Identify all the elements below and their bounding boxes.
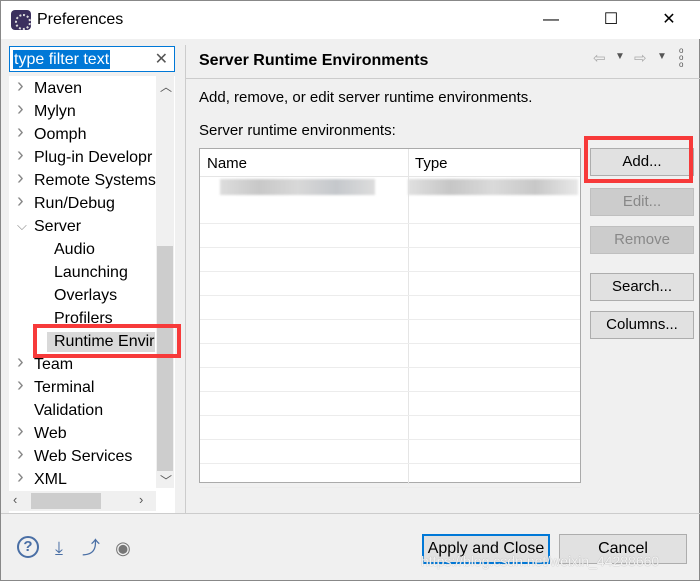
- table-row: [200, 343, 580, 344]
- help-icon[interactable]: ?: [17, 536, 39, 558]
- table-row: [200, 391, 580, 392]
- table-row: [200, 367, 580, 368]
- window-title: Preferences: [37, 11, 124, 28]
- scroll-down-icon[interactable]: ﹀: [160, 472, 172, 489]
- table-row: [200, 223, 580, 224]
- footer-separator: [1, 513, 700, 514]
- chevron-right-icon[interactable]: ›: [17, 374, 24, 397]
- forward-menu-icon[interactable]: ▼: [657, 51, 667, 62]
- tree-item[interactable]: Oomph: [34, 123, 86, 146]
- chevron-right-icon[interactable]: ›: [17, 466, 24, 489]
- tree-item[interactable]: Web Services: [34, 445, 132, 468]
- highlight-box: [33, 324, 181, 358]
- edit-button[interactable]: Edit...: [590, 188, 694, 216]
- table-row: [200, 487, 580, 488]
- table-header: [200, 149, 580, 177]
- tree-item[interactable]: Web: [34, 422, 67, 445]
- scroll-left-icon[interactable]: ‹: [13, 492, 17, 507]
- clear-icon[interactable]: ✕: [155, 49, 168, 69]
- tree-item[interactable]: Run/Debug: [34, 192, 115, 215]
- tree-item[interactable]: XML: [34, 468, 67, 491]
- close-button[interactable]: ✕: [649, 7, 689, 33]
- page-title: Server Runtime Environments: [199, 52, 429, 69]
- chevron-right-icon[interactable]: ›: [17, 351, 24, 374]
- blurred-name-cell: [220, 179, 375, 195]
- chevron-right-icon[interactable]: ›: [17, 98, 24, 121]
- tree-item[interactable]: Server: [34, 215, 81, 238]
- export-icon[interactable]: ⤴: [79, 536, 103, 560]
- chevron-right-icon[interactable]: ›: [17, 443, 24, 466]
- chevron-right-icon[interactable]: ›: [17, 144, 24, 167]
- record-icon[interactable]: ◉: [111, 536, 135, 560]
- chevron-right-icon[interactable]: ›: [17, 420, 24, 443]
- back-menu-icon[interactable]: ▼: [615, 51, 625, 62]
- table-row: [200, 247, 580, 248]
- back-icon[interactable]: ⇦: [593, 49, 606, 67]
- chevron-right-icon[interactable]: ›: [17, 75, 24, 98]
- column-type[interactable]: Type: [415, 155, 448, 172]
- table-row: [200, 295, 580, 296]
- chevron-right-icon[interactable]: ›: [17, 190, 24, 213]
- preference-tree: › Maven › Mylyn › Oomph › Plug-in Developr › Remo…: [9, 75, 175, 513]
- tree-horizontal-scrollbar[interactable]: ‹ ›: [9, 491, 156, 511]
- tree-item[interactable]: Overlays: [54, 284, 117, 307]
- tree-item[interactable]: Mylyn: [34, 100, 76, 123]
- filter-input[interactable]: type filter text ✕: [9, 46, 175, 72]
- chevron-down-icon[interactable]: ⌵: [17, 218, 27, 234]
- table-row: [200, 271, 580, 272]
- chevron-right-icon[interactable]: ›: [17, 167, 24, 190]
- table-row: [200, 463, 580, 464]
- tree-item[interactable]: Maven: [34, 77, 82, 100]
- columns-button[interactable]: Columns...: [590, 311, 694, 339]
- column-name[interactable]: Name: [207, 155, 247, 172]
- remove-button[interactable]: Remove: [590, 226, 694, 254]
- list-label: Server runtime environments:: [199, 122, 396, 139]
- forward-icon[interactable]: ⇨: [634, 49, 647, 67]
- scroll-thumb[interactable]: [157, 246, 173, 471]
- runtime-table[interactable]: Name Type: [199, 148, 581, 488]
- highlight-box: [584, 136, 693, 183]
- tree-item[interactable]: Launching: [54, 261, 128, 284]
- table-row: [200, 439, 580, 440]
- more-icon[interactable]: ooo: [679, 47, 683, 69]
- header-separator: [186, 78, 700, 79]
- column-divider: [408, 149, 409, 484]
- table-row: [200, 319, 580, 320]
- divider: [185, 45, 186, 513]
- import-icon[interactable]: ⤓: [47, 536, 71, 560]
- chevron-right-icon[interactable]: ›: [17, 121, 24, 144]
- blurred-type-cell: [408, 179, 578, 195]
- eclipse-icon: [11, 10, 31, 30]
- tree-item[interactable]: Audio: [54, 238, 95, 261]
- scroll-right-icon[interactable]: ›: [139, 492, 143, 507]
- tree-item[interactable]: Remote Systems: [34, 169, 156, 192]
- tree-item[interactable]: Plug-in Developr: [34, 146, 152, 169]
- table-row: [200, 415, 580, 416]
- watermark: https://blog.csdn.net/weixin_44288660: [421, 553, 660, 569]
- scroll-up-icon[interactable]: ︿: [160, 78, 172, 95]
- search-button[interactable]: Search...: [590, 273, 694, 301]
- filter-text: type filter text: [13, 50, 111, 69]
- tree-vertical-scrollbar[interactable]: ︿ ﹀: [156, 76, 174, 488]
- tree-item[interactable]: Validation: [34, 399, 103, 422]
- maximize-button[interactable]: ☐: [591, 7, 631, 33]
- tree-item[interactable]: Terminal: [34, 376, 94, 399]
- page-description: Add, remove, or edit server runtime envi…: [199, 89, 533, 106]
- hscroll-thumb[interactable]: [31, 493, 101, 509]
- minimize-button[interactable]: —: [531, 7, 571, 33]
